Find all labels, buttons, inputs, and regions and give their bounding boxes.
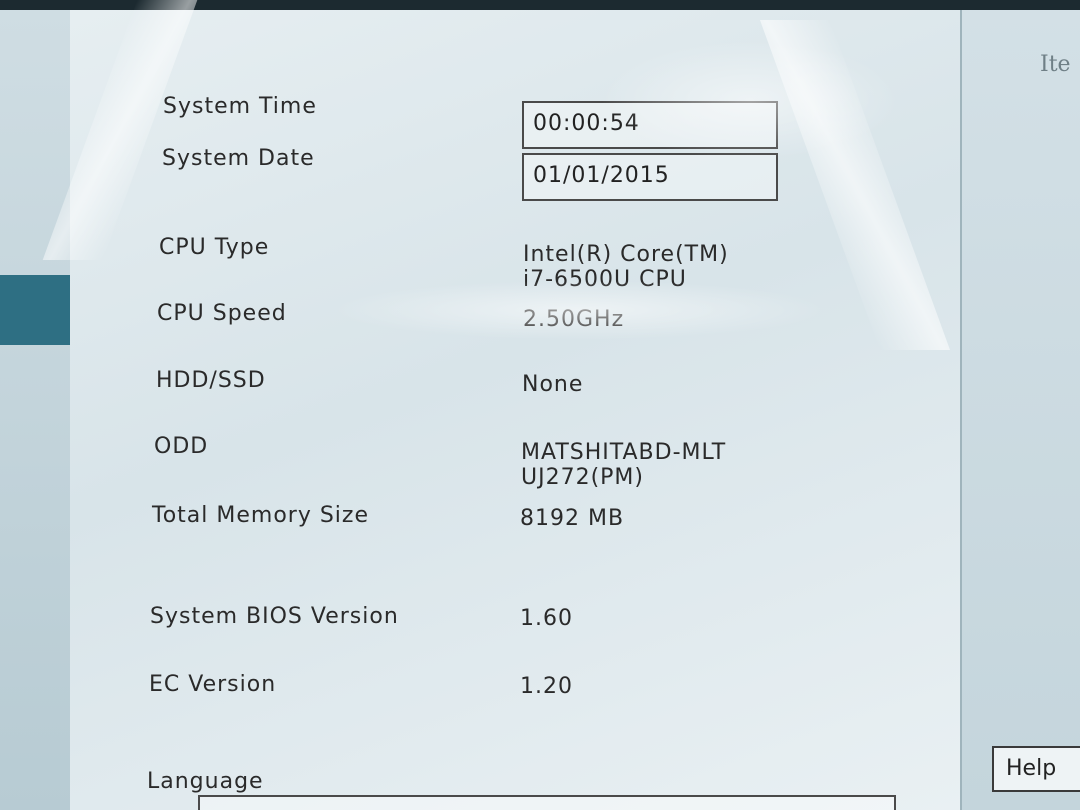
bios-version-label: System BIOS Version <box>150 604 399 629</box>
bios-version-value: 1.60 <box>520 606 573 631</box>
language-dropdown[interactable] <box>198 795 896 810</box>
language-label: Language <box>147 769 264 794</box>
nav-item-selected[interactable] <box>0 275 70 345</box>
cpu-type-label: CPU Type <box>159 235 270 260</box>
cpu-type-value-line1: Intel(R) Core(TM) <box>523 242 729 267</box>
item-help-panel <box>960 10 1080 810</box>
ec-version-value: 1.20 <box>520 674 573 699</box>
top-bezel <box>0 0 1080 10</box>
cpu-speed-label: CPU Speed <box>157 301 287 326</box>
cpu-type-value-line2: i7-6500U CPU <box>523 267 687 292</box>
odd-label: ODD <box>154 434 209 459</box>
total-memory-label: Total Memory Size <box>152 503 369 528</box>
ec-version-label: EC Version <box>149 672 277 697</box>
odd-value-line1: MATSHITABD-MLT <box>521 440 727 465</box>
system-date-field[interactable]: 01/01/2015 <box>522 153 778 201</box>
help-button[interactable]: Help <box>992 746 1080 792</box>
cpu-speed-value: 2.50GHz <box>523 307 625 332</box>
hdd-ssd-value: None <box>522 372 584 397</box>
system-time-field[interactable]: 00:00:54 <box>522 101 778 149</box>
hdd-ssd-label: HDD/SSD <box>156 368 266 393</box>
system-date-label: System Date <box>162 146 315 171</box>
left-navigation <box>0 10 70 810</box>
odd-value-line2: UJ272(PM) <box>521 465 644 490</box>
bios-screen: Ite Help System Time 00:00:54 System Dat… <box>0 0 1080 810</box>
system-time-label: System Time <box>163 94 317 119</box>
total-memory-value: 8192 MB <box>520 506 625 531</box>
item-help-header: Ite <box>1040 52 1071 77</box>
